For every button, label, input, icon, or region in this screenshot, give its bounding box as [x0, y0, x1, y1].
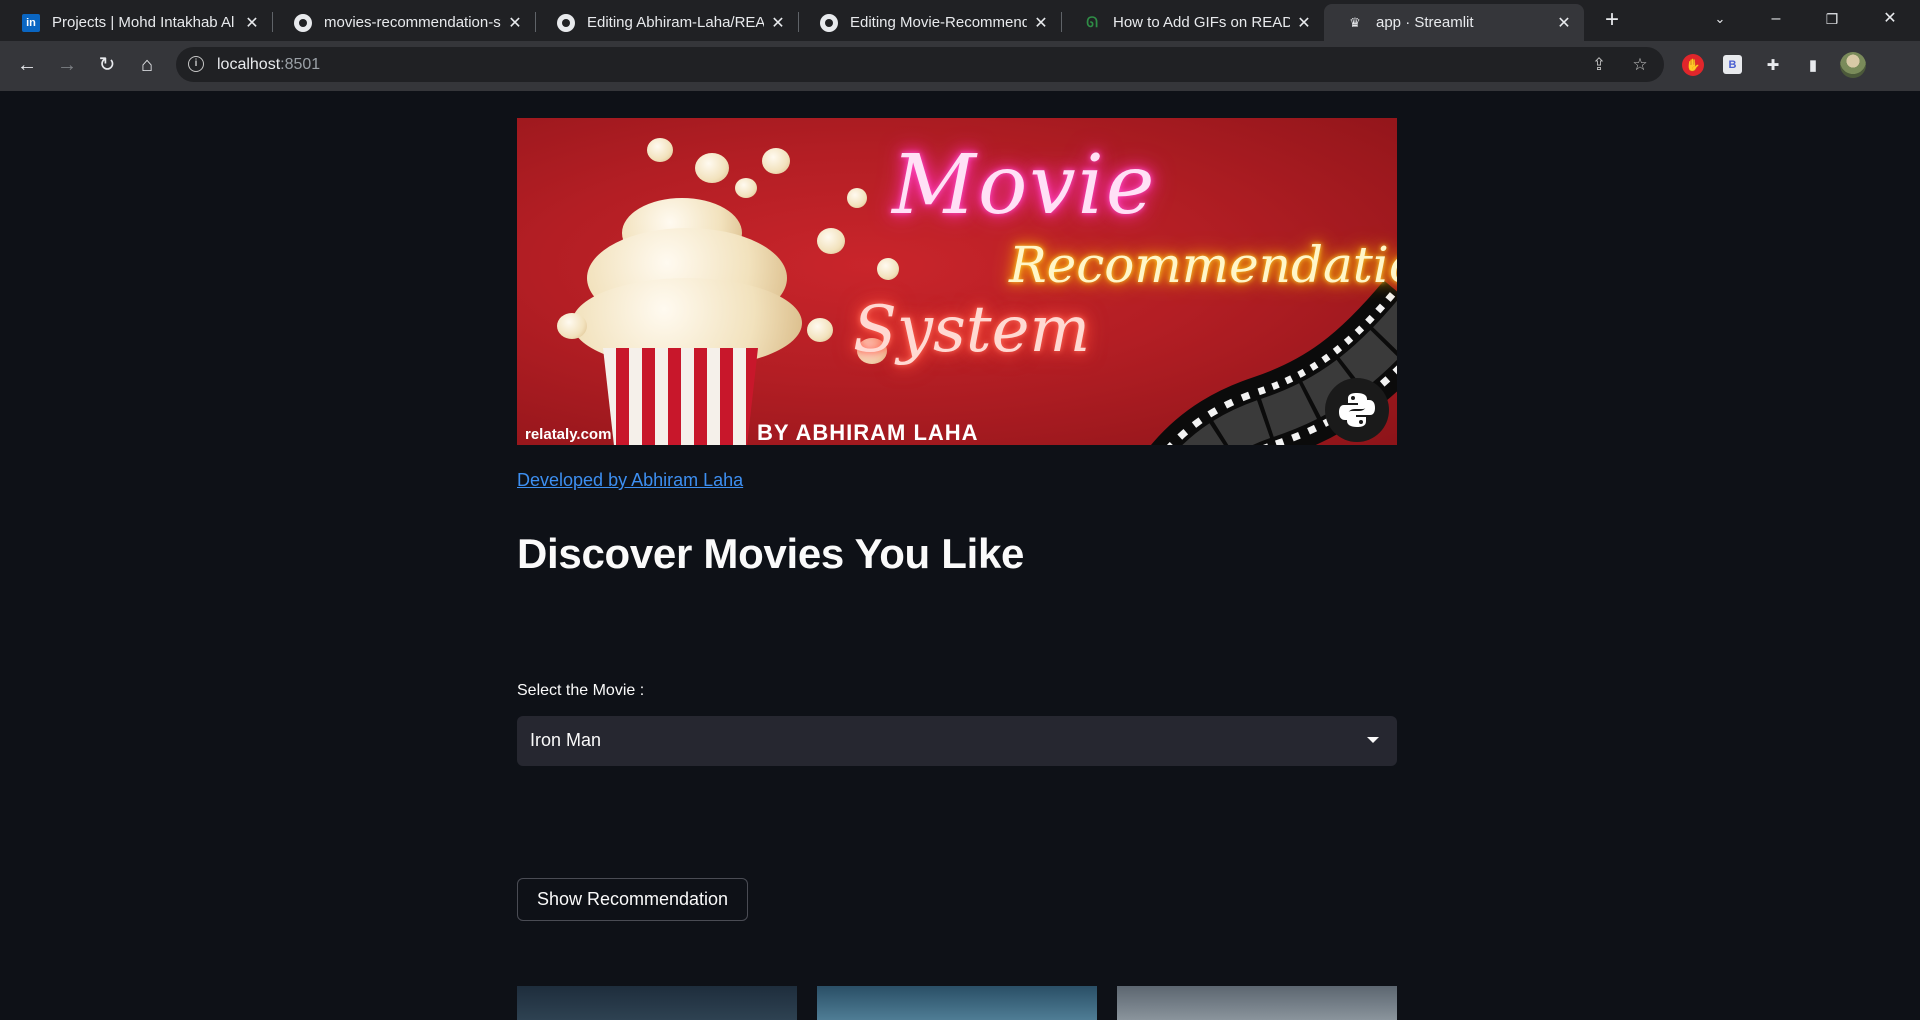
- close-icon[interactable]: ✕: [1296, 13, 1312, 33]
- popcorn-kernel: [807, 318, 833, 342]
- minimize-button[interactable]: –: [1748, 0, 1804, 38]
- back-button[interactable]: ←: [12, 50, 42, 80]
- banner-image: Movie Recommendation System BY ABHIRAM L…: [517, 118, 1397, 445]
- github-icon: [294, 13, 312, 32]
- python-logo-icon: [1325, 378, 1389, 442]
- popcorn-kernel: [817, 228, 845, 254]
- forward-button[interactable]: →: [52, 50, 82, 80]
- github-icon: [820, 13, 838, 32]
- browser-tab[interactable]: movies-recommendation-sy ✕: [272, 4, 535, 41]
- github-icon: [557, 13, 575, 32]
- close-icon[interactable]: ✕: [770, 13, 786, 33]
- url-port: :8501: [280, 56, 321, 73]
- new-tab-button[interactable]: +: [1598, 6, 1626, 34]
- popcorn-kernel: [557, 313, 587, 339]
- movie-select-label: Select the Movie :: [517, 682, 645, 699]
- tab-title: app · Streamlit: [1376, 14, 1474, 31]
- browser-tab-strip: in Projects | Mohd Intakhab Al ✕ movies-…: [0, 0, 1920, 41]
- banner-title-system: System: [853, 293, 1091, 367]
- banner-watermark: relataly.com: [525, 426, 612, 443]
- close-icon[interactable]: ✕: [1556, 13, 1572, 33]
- recommendation-poster[interactable]: [517, 986, 797, 1020]
- share-icon[interactable]: ⇪: [1588, 54, 1610, 76]
- recommendation-poster[interactable]: [817, 986, 1097, 1020]
- movie-select[interactable]: Iron Man: [517, 716, 1397, 766]
- bitwarden-extension-icon[interactable]: B: [1723, 55, 1742, 74]
- tab-title: Projects | Mohd Intakhab Al: [52, 14, 235, 31]
- popcorn-kernel: [695, 153, 729, 183]
- url-text: localhost:8501: [217, 56, 320, 74]
- popcorn-kernel: [877, 258, 899, 280]
- tab-search-icon[interactable]: ⌄: [1692, 0, 1748, 38]
- browser-tab[interactable]: Editing Movie-Recommend ✕: [798, 4, 1061, 41]
- tab-title: How to Add GIFs on READM: [1113, 14, 1290, 31]
- browser-tab[interactable]: Editing Abhiram-Laha/READ ✕: [535, 4, 798, 41]
- movie-select-value: Iron Man: [530, 730, 602, 750]
- popcorn-kernel: [647, 138, 673, 162]
- tab-title: Editing Movie-Recommend: [850, 14, 1027, 31]
- browser-toolbar: ← → ↻ ⌂ i localhost:8501 ⇪ ☆ ✋ B ✚ ▮: [0, 41, 1920, 132]
- popcorn-kernel: [762, 148, 790, 174]
- site-info-icon[interactable]: i: [188, 56, 204, 72]
- adblock-extension-icon[interactable]: ✋: [1682, 54, 1704, 76]
- developer-link[interactable]: Developed by Abhiram Laha: [517, 470, 743, 491]
- banner-title-movie: Movie: [892, 138, 1157, 233]
- browser-tab[interactable]: in Projects | Mohd Intakhab Al ✕: [0, 4, 272, 41]
- tab-title: Editing Abhiram-Laha/READ: [587, 14, 764, 31]
- close-icon[interactable]: ✕: [1033, 13, 1049, 33]
- linkedin-icon: in: [22, 13, 40, 32]
- home-button[interactable]: ⌂: [132, 50, 162, 80]
- streamlit-icon: ♛: [1349, 14, 1361, 30]
- bookmark-star-icon[interactable]: ☆: [1629, 54, 1651, 76]
- popcorn-kernel: [847, 188, 867, 208]
- address-bar[interactable]: i localhost:8501 ⇪ ☆: [176, 47, 1664, 82]
- recommendation-poster[interactable]: [1117, 986, 1397, 1020]
- url-host: localhost: [217, 56, 281, 73]
- reload-button[interactable]: ↻: [92, 50, 122, 80]
- close-icon[interactable]: ✕: [507, 13, 523, 33]
- close-icon[interactable]: ✕: [244, 13, 260, 33]
- chevron-down-icon[interactable]: [1367, 737, 1379, 743]
- browser-tab[interactable]: ᘏ How to Add GIFs on READM ✕: [1061, 4, 1324, 41]
- banner-byline: BY ABHIRAM LAHA: [757, 420, 979, 445]
- browser-tab-active[interactable]: ♛ app · Streamlit ✕: [1324, 4, 1584, 41]
- page-title: Discover Movies You Like: [517, 530, 1025, 577]
- profile-avatar[interactable]: [1840, 52, 1866, 78]
- extensions-puzzle-icon[interactable]: ✚: [1762, 54, 1784, 76]
- popcorn-kernel: [735, 178, 757, 198]
- tab-title: movies-recommendation-sy: [324, 14, 501, 31]
- banner-title-recommendation: Recommendation: [1009, 236, 1397, 294]
- close-window-button[interactable]: ✕: [1862, 0, 1918, 38]
- show-recommendation-button[interactable]: Show Recommendation: [517, 878, 748, 921]
- popcorn-bucket: [603, 348, 758, 445]
- geeksforgeeks-icon: ᘏ: [1086, 14, 1098, 30]
- side-panel-icon[interactable]: ▮: [1802, 54, 1824, 76]
- restore-button[interactable]: ❐: [1804, 0, 1860, 38]
